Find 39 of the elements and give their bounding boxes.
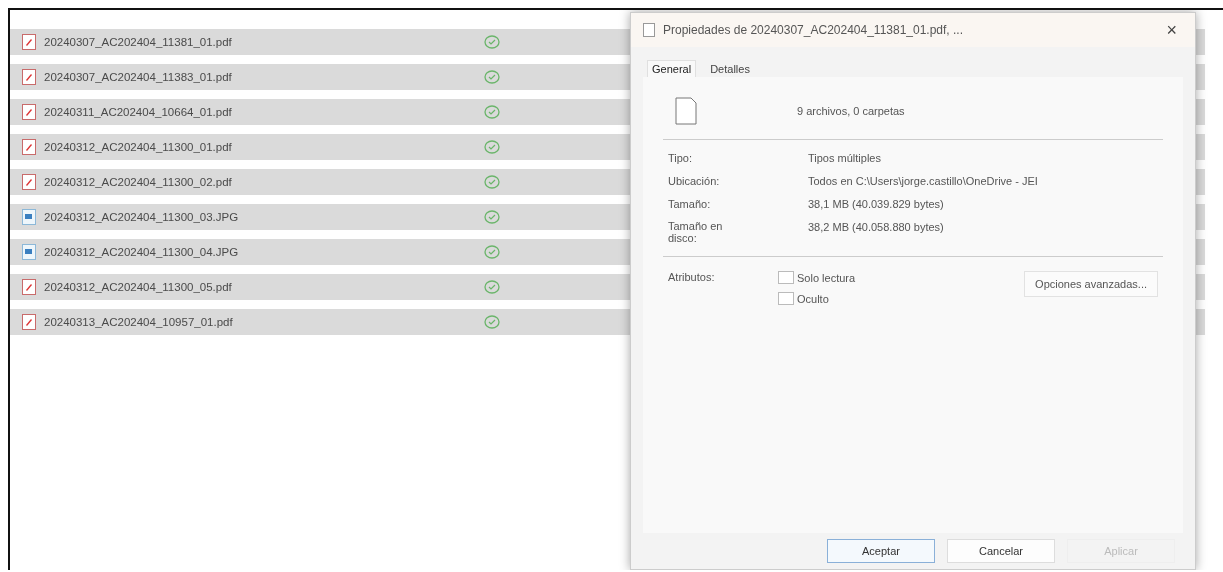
pdf-file-icon bbox=[22, 139, 36, 155]
image-file-icon bbox=[22, 244, 36, 260]
dialog-button[interactable]: Aceptar bbox=[827, 539, 935, 563]
window-icon bbox=[643, 23, 655, 37]
sync-check-icon bbox=[484, 139, 500, 155]
image-file-icon bbox=[22, 209, 36, 225]
sync-check-icon bbox=[484, 209, 500, 225]
document-icon bbox=[675, 97, 697, 125]
pdf-file-icon bbox=[22, 34, 36, 50]
property-label: Ubicación: bbox=[668, 175, 721, 187]
checkbox[interactable]: Solo lectura bbox=[778, 271, 856, 285]
file-name: 20240311_AC202404_10664_01.pdf bbox=[44, 106, 233, 118]
file-name: 20240312_AC202404_11300_02.pdf bbox=[44, 176, 233, 188]
sync-check-icon bbox=[484, 174, 500, 190]
sync-check-icon bbox=[484, 34, 500, 50]
file-name: 20240312_AC202404_11300_01.pdf bbox=[44, 141, 233, 153]
tab[interactable]: Detalles bbox=[706, 61, 754, 77]
dialog-button[interactable]: Cancelar bbox=[947, 539, 1055, 563]
advanced-options-button[interactable]: Opciones avanzadas... bbox=[1024, 271, 1158, 298]
summary-text: 9 archivos, 0 carpetas bbox=[797, 105, 905, 117]
pdf-file-icon bbox=[22, 104, 36, 120]
pdf-file-icon bbox=[22, 279, 36, 295]
sync-check-icon bbox=[484, 314, 500, 330]
attributes-label: Atributos: bbox=[668, 271, 716, 286]
pdf-file-icon bbox=[22, 69, 36, 85]
file-name: 20240307_AC202404_11383_01.pdf bbox=[44, 71, 233, 83]
file-name: 20240307_AC202404_11381_01.pdf bbox=[44, 36, 233, 48]
sync-check-icon bbox=[484, 69, 500, 85]
file-name: 20240313_AC202404_10957_01.pdf bbox=[44, 316, 234, 328]
pdf-file-icon bbox=[22, 314, 36, 330]
property-value: Todos en C:\Users\jorge.castillo\OneDrive - JEI bbox=[808, 175, 1039, 187]
sync-check-icon bbox=[484, 244, 500, 260]
pdf-file-icon bbox=[22, 174, 36, 190]
file-name: 20240312_AC202404_11300_04.JPG bbox=[44, 246, 240, 258]
file-name: 20240312_AC202404_11300_05.pdf bbox=[44, 281, 233, 293]
tab[interactable]: General bbox=[647, 60, 697, 77]
sync-check-icon bbox=[484, 104, 500, 120]
sync-check-icon bbox=[484, 279, 500, 295]
file-name: 20240312_AC202404_11300_03.JPG bbox=[44, 211, 240, 223]
